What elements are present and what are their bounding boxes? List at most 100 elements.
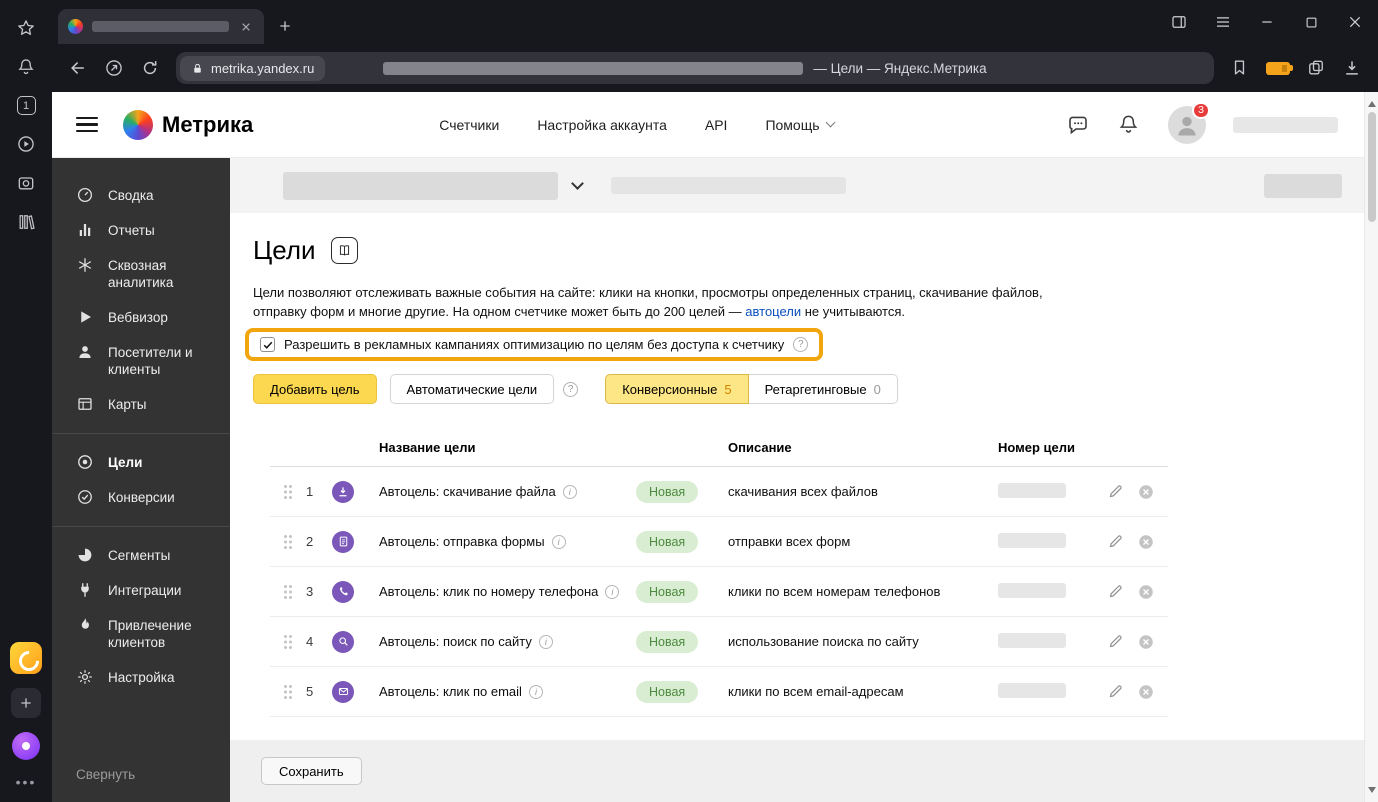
sidebar-item-cross-analytics[interactable]: Сквозная аналитика (52, 248, 230, 300)
downloads-icon[interactable] (1342, 58, 1362, 78)
info-icon[interactable]: i (539, 635, 553, 649)
page-description: Цели позволяют отслеживать важные событи… (253, 283, 1364, 321)
table-row: 3 Автоцель: клик по номеру телефонаi Нов… (270, 567, 1168, 617)
goal-number-redacted (998, 583, 1066, 598)
download-goal-icon (332, 481, 354, 503)
drag-handle-icon[interactable] (270, 634, 293, 650)
edit-goal-button[interactable] (1107, 483, 1124, 500)
sidebar-item-webvisor[interactable]: Вебвизор (52, 300, 230, 335)
notifications-icon[interactable] (1117, 113, 1141, 137)
question-icon[interactable]: ? (563, 382, 578, 397)
player-icon[interactable] (16, 134, 36, 154)
alice-assistant-icon[interactable] (12, 732, 40, 760)
nav-help[interactable]: Помощь (765, 117, 833, 133)
browser-tab[interactable] (58, 9, 264, 44)
sidebar-item-visitors[interactable]: Посетители и клиенты (52, 335, 230, 387)
person-icon (76, 343, 94, 361)
info-icon[interactable]: i (552, 535, 566, 549)
battery-saver-icon[interactable] (1266, 62, 1290, 75)
sidebar-item-reports[interactable]: Отчеты (52, 213, 230, 248)
window-minimize-button[interactable] (1258, 13, 1276, 31)
scroll-up-icon[interactable] (1368, 97, 1376, 107)
drag-handle-icon[interactable] (270, 484, 293, 500)
drag-handle-icon[interactable] (270, 534, 293, 550)
tab-panel-icon[interactable] (1170, 13, 1188, 31)
nav-counters[interactable]: Счетчики (439, 117, 499, 133)
screenshot-icon[interactable] (16, 173, 36, 193)
tab-conversion-goals[interactable]: Конверсионные 5 (605, 374, 748, 404)
window-maximize-button[interactable] (1302, 13, 1320, 31)
delete-goal-button[interactable] (1137, 533, 1155, 551)
new-tab-button[interactable] (272, 13, 298, 39)
page-scrollbar[interactable] (1364, 92, 1378, 802)
library-icon[interactable] (16, 212, 36, 232)
edit-goal-button[interactable] (1107, 583, 1124, 600)
optimization-checkbox[interactable] (260, 337, 275, 352)
sidebar-collapse-button[interactable]: Свернуть (52, 749, 230, 802)
bookmark-flag-icon[interactable] (1230, 58, 1250, 78)
sidebar-item-integrations[interactable]: Интеграции (52, 573, 230, 608)
counter-actions-redacted[interactable] (1264, 174, 1342, 198)
home-icon[interactable] (104, 58, 124, 78)
sidebar-item-maps[interactable]: Карты (52, 387, 230, 422)
autogoals-link[interactable]: автоцели (745, 304, 801, 319)
edit-goal-button[interactable] (1107, 533, 1124, 550)
domain-chip[interactable]: metrika.yandex.ru (180, 56, 325, 81)
nav-account-settings[interactable]: Настройка аккаунта (537, 117, 667, 133)
add-panel-button[interactable] (11, 688, 41, 718)
extensions-icon[interactable] (1306, 58, 1326, 78)
refresh-icon[interactable] (140, 58, 160, 78)
info-icon[interactable]: i (605, 585, 619, 599)
sidebar-item-conversions[interactable]: Конверсии (52, 480, 230, 515)
tab-counter[interactable]: 1 (17, 96, 36, 115)
info-icon[interactable]: i (529, 685, 543, 699)
drag-handle-icon[interactable] (270, 684, 293, 700)
browser-menu-icon[interactable] (1214, 13, 1232, 31)
yandex-app-icon[interactable] (10, 642, 42, 674)
sidebar-item-summary[interactable]: Сводка (52, 178, 230, 213)
delete-goal-button[interactable] (1137, 683, 1155, 701)
question-icon[interactable]: ? (793, 337, 808, 352)
sidebar-item-acquisition[interactable]: Привлечение клиентов (52, 608, 230, 660)
sidebar-item-goals[interactable]: Цели (52, 445, 230, 480)
notification-badge: 3 (1192, 102, 1210, 119)
content-footer: Сохранить (230, 740, 1364, 802)
counter-chevron-icon[interactable] (571, 177, 584, 190)
scroll-down-icon[interactable] (1368, 787, 1376, 797)
notifications-bell-icon[interactable] (16, 57, 36, 77)
window-close-button[interactable] (1346, 13, 1364, 31)
table-header: Название цели Описание Номер цели (270, 440, 1168, 467)
auto-goals-button[interactable]: Автоматические цели (390, 374, 555, 404)
search-goal-icon (332, 631, 354, 653)
lock-icon (191, 62, 204, 75)
address-bar[interactable]: metrika.yandex.ru — Цели — Яндекс.Метрик… (176, 52, 1214, 84)
add-goal-button[interactable]: Добавить цель (253, 374, 377, 404)
delete-goal-button[interactable] (1137, 583, 1155, 601)
bookmarks-star-icon[interactable] (16, 18, 36, 38)
chat-icon[interactable] (1066, 113, 1090, 137)
back-icon[interactable] (68, 58, 88, 78)
delete-goal-button[interactable] (1137, 483, 1155, 501)
sidebar-item-settings[interactable]: Настройка (52, 660, 230, 695)
metrika-logo[interactable]: Метрика (123, 110, 253, 140)
scroll-thumb[interactable] (1368, 112, 1376, 222)
manual-book-icon[interactable] (331, 237, 358, 264)
save-button[interactable]: Сохранить (261, 757, 362, 785)
top-nav: Счетчики Настройка аккаунта API Помощь (439, 117, 833, 133)
optimization-label: Разрешить в рекламных кампаниях оптимиза… (284, 337, 784, 352)
more-options-icon[interactable]: ••• (16, 774, 37, 790)
tab-retargeting-goals[interactable]: Ретаргетинговые 0 (749, 374, 898, 404)
sidebar-item-segments[interactable]: Сегменты (52, 538, 230, 573)
info-icon[interactable]: i (563, 485, 577, 499)
goal-name: Автоцель: скачивание файла (379, 484, 556, 499)
drag-handle-icon[interactable] (270, 584, 293, 600)
counter-name-redacted[interactable] (283, 172, 558, 200)
app-menu-icon[interactable] (76, 117, 98, 132)
delete-goal-button[interactable] (1137, 633, 1155, 651)
edit-goal-button[interactable] (1107, 683, 1124, 700)
window-controls (1170, 0, 1378, 44)
tab-close-icon[interactable] (238, 19, 254, 35)
user-avatar[interactable]: 3 (1168, 106, 1206, 144)
edit-goal-button[interactable] (1107, 633, 1124, 650)
nav-api[interactable]: API (705, 117, 728, 133)
